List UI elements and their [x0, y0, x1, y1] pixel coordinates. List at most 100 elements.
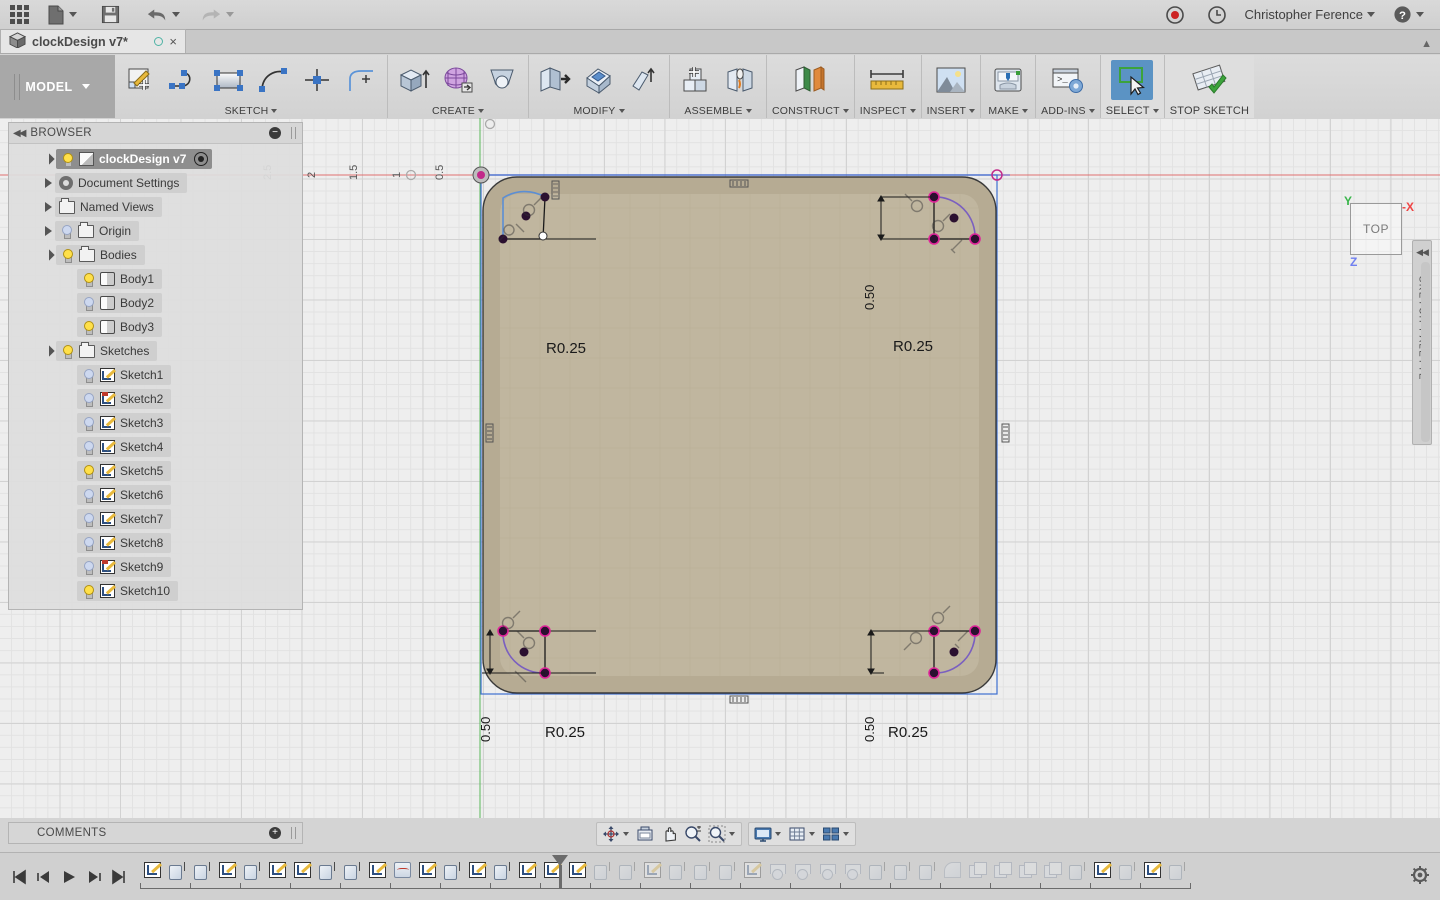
timeline-pattern[interactable]: [990, 857, 1015, 883]
create-sketch-button[interactable]: [120, 60, 162, 100]
tree-item-named-views[interactable]: Named Views: [9, 195, 302, 219]
timeline-sketch[interactable]: [215, 857, 240, 883]
undo-button[interactable]: [142, 1, 184, 29]
display-settings-button[interactable]: [751, 823, 775, 845]
joint-button[interactable]: [719, 60, 761, 100]
timeline-pattern[interactable]: [1040, 857, 1065, 883]
tree-item-origin[interactable]: Origin: [9, 219, 302, 243]
3d-print-button[interactable]: [986, 60, 1030, 100]
extrude-button[interactable]: [393, 60, 435, 100]
grid-snaps-dropdown-icon[interactable]: [809, 832, 815, 836]
go-to-end-button[interactable]: [108, 864, 130, 890]
timeline-extrude[interactable]: [615, 857, 640, 883]
browser-resize-grip[interactable]: [291, 127, 296, 139]
toolbar-group-insert-label[interactable]: INSERT: [927, 103, 976, 118]
timeline-revolve[interactable]: [840, 857, 865, 883]
viewports-button[interactable]: [819, 823, 843, 845]
display-settings-dropdown-icon[interactable]: [775, 832, 781, 836]
fillet-sketch-button[interactable]: [340, 60, 382, 100]
timeline-extrude[interactable]: [240, 857, 265, 883]
tree-item-body3[interactable]: Body3: [9, 315, 302, 339]
shell-button[interactable]: [622, 60, 664, 100]
timeline-sketch[interactable]: [265, 857, 290, 883]
tree-item-sketches[interactable]: Sketches: [9, 339, 302, 363]
timeline-sketch[interactable]: [365, 857, 390, 883]
fillet-button[interactable]: [578, 60, 620, 100]
toolbar-group-inspect-label[interactable]: INSPECT: [860, 103, 916, 118]
spline-button[interactable]: [164, 60, 206, 100]
expand-palette-icon[interactable]: ◀◀: [1416, 247, 1429, 258]
timeline-revolve[interactable]: [790, 857, 815, 883]
offset-plane-button[interactable]: [783, 60, 837, 100]
view-cube[interactable]: [1340, 118, 1440, 213]
fit-dropdown-icon[interactable]: [729, 832, 735, 836]
play-button[interactable]: [58, 864, 80, 890]
select-tool-button[interactable]: [1111, 60, 1154, 100]
tree-item-sketch4[interactable]: Sketch4: [9, 435, 302, 459]
timeline-extrude[interactable]: [340, 857, 365, 883]
visibility-bulb-icon[interactable]: [60, 344, 74, 359]
viewports-dropdown-icon[interactable]: [843, 832, 849, 836]
timeline-extrude[interactable]: [165, 857, 190, 883]
timeline-sketch[interactable]: [140, 857, 165, 883]
tree-item-sketch7[interactable]: Sketch7: [9, 507, 302, 531]
timeline-extrude[interactable]: [440, 857, 465, 883]
visibility-bulb-icon[interactable]: [60, 248, 74, 263]
zoom-button[interactable]: [681, 823, 705, 845]
timeline-extrude[interactable]: [715, 857, 740, 883]
press-pull-button[interactable]: [534, 60, 576, 100]
timeline-extrude[interactable]: [1065, 857, 1090, 883]
timeline-extrude[interactable]: [690, 857, 715, 883]
timeline-extrude[interactable]: [190, 857, 215, 883]
app-grid-icon[interactable]: [10, 5, 29, 24]
toolbar-group-stop-sketch-label[interactable]: STOP SKETCH: [1170, 103, 1249, 118]
tree-item-sketch10[interactable]: Sketch10: [9, 579, 302, 603]
timeline-extrude[interactable]: [890, 857, 915, 883]
new-component-button[interactable]: [675, 60, 717, 100]
toolbar-group-modify-label[interactable]: MODIFY: [573, 103, 625, 118]
loft-button[interactable]: [481, 60, 523, 100]
timeline-track[interactable]: [140, 854, 1440, 899]
linear-dim-bottom-left[interactable]: 0.50: [478, 717, 493, 742]
visibility-bulb-icon[interactable]: [81, 488, 95, 503]
toolbar-group-create-label[interactable]: CREATE: [432, 103, 484, 118]
canvas-scrollbar[interactable]: [1421, 262, 1430, 442]
toolbar-group-assemble-label[interactable]: ASSEMBLE: [684, 103, 752, 118]
timeline-pattern[interactable]: [965, 857, 990, 883]
timeline-extrude[interactable]: [665, 857, 690, 883]
timeline-fillet[interactable]: [940, 857, 965, 883]
tree-item-sketch6[interactable]: Sketch6: [9, 483, 302, 507]
tree-item-document-settings[interactable]: Document Settings: [9, 171, 302, 195]
timeline-sketch[interactable]: [1140, 857, 1165, 883]
add-comment-icon[interactable]: +: [269, 827, 281, 839]
tree-item-body2[interactable]: Body2: [9, 291, 302, 315]
visibility-bulb-icon[interactable]: [60, 152, 74, 167]
timeline-pattern[interactable]: [1015, 857, 1040, 883]
go-to-beginning-button[interactable]: [8, 864, 30, 890]
comments-panel[interactable]: COMMENTS +: [8, 822, 303, 844]
record-button[interactable]: [1161, 1, 1189, 29]
workspace-switcher-button[interactable]: MODEL: [0, 55, 115, 118]
visibility-bulb-icon[interactable]: [81, 440, 95, 455]
tree-item-sketch2[interactable]: Sketch2: [9, 387, 302, 411]
timeline-sketch[interactable]: [740, 857, 765, 883]
timeline-sketch[interactable]: [515, 857, 540, 883]
radius-dim-top-left[interactable]: R0.25: [546, 340, 586, 357]
collapse-toolbar-icon[interactable]: ▲: [1421, 38, 1432, 50]
radius-dim-bottom-right[interactable]: R0.25: [888, 724, 928, 741]
expander-icon[interactable]: [43, 153, 55, 165]
timeline-extrude[interactable]: [915, 857, 940, 883]
orbit-button[interactable]: [599, 823, 623, 845]
expander-icon[interactable]: [45, 226, 52, 236]
save-button[interactable]: [97, 1, 124, 29]
browser-collapse-all-icon[interactable]: −: [269, 127, 281, 139]
timeline-sketch[interactable]: [290, 857, 315, 883]
step-back-button[interactable]: [33, 864, 55, 890]
visibility-bulb-icon[interactable]: [81, 464, 95, 479]
radius-dim-bottom-left[interactable]: R0.25: [545, 724, 585, 741]
timeline-extrude[interactable]: [590, 857, 615, 883]
tree-item-sketch9[interactable]: Sketch9: [9, 555, 302, 579]
timeline-sketch[interactable]: [565, 857, 590, 883]
visibility-bulb-icon[interactable]: [59, 224, 73, 239]
visibility-bulb-icon[interactable]: [81, 512, 95, 527]
